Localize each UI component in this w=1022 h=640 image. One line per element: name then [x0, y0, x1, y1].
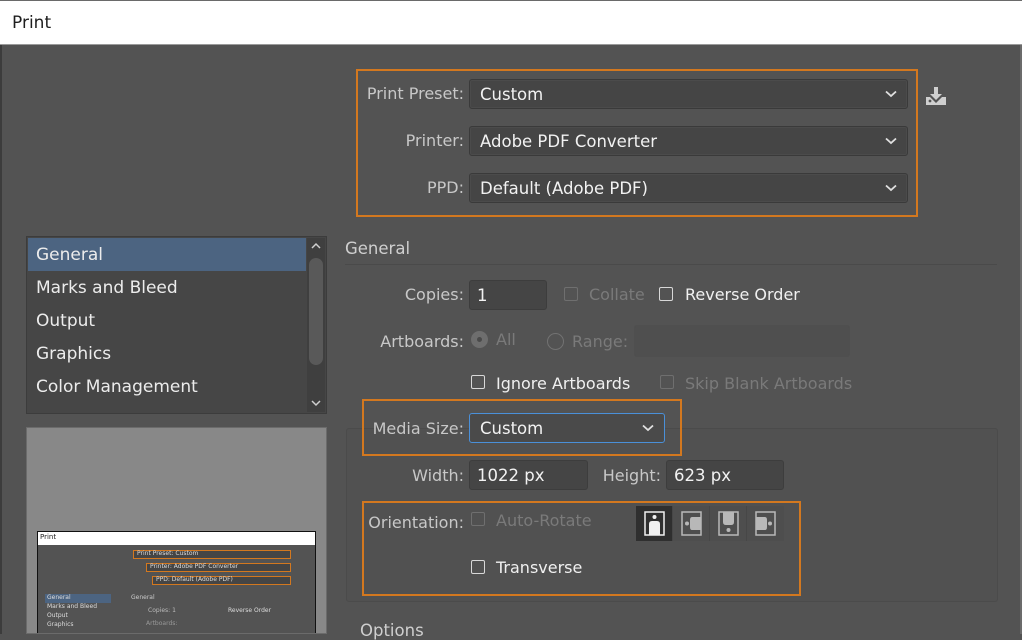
preview-list-item: Graphics [47, 621, 74, 628]
preview-copies: Copies: 1 [148, 607, 176, 614]
preview-preset-text: Print Preset: Custom [137, 550, 199, 557]
save-preset-icon [926, 87, 946, 105]
chevron-up-icon[interactable] [311, 242, 321, 249]
collate-label: Collate [589, 285, 645, 304]
height-value: 623 px [674, 466, 731, 485]
skip-blank-artboards-checkbox[interactable] [660, 375, 674, 389]
preview-artboards: Artboards: [146, 620, 178, 627]
section-title-general: General [345, 239, 411, 258]
ignore-artboards-label: Ignore Artboards [496, 374, 631, 393]
copies-label: Copies: [404, 285, 464, 304]
artboards-range-radio[interactable] [547, 333, 564, 350]
preview-printer-text: Printer: Adobe PDF Converter [150, 563, 239, 570]
list-scrollbar[interactable] [307, 238, 325, 412]
reverse-order-checkbox[interactable] [659, 287, 673, 301]
preview-page-content: Print Print Preset: Custom Printer: Adob… [37, 531, 316, 633]
preview-list-item: General [45, 594, 111, 603]
title-bar: Print [0, 0, 1022, 45]
sidebar-item-graphics[interactable]: Graphics [28, 337, 306, 370]
height-input[interactable]: 623 px [666, 460, 784, 490]
width-input[interactable]: 1022 px [469, 460, 588, 490]
highlight-box-orientation [362, 501, 801, 596]
collate-checkbox[interactable] [564, 287, 578, 301]
highlight-box-media-size [362, 399, 682, 456]
preview-ppd: PPD: Default (Adobe PDF) [152, 576, 291, 585]
width-value: 1022 px [477, 466, 545, 485]
height-label: Height: [602, 466, 661, 485]
artboards-range-label: Range: [572, 332, 629, 351]
copies-value: 1 [477, 286, 488, 305]
scrollbar-thumb[interactable] [309, 258, 323, 365]
preview-list-item: Marks and Bleed [47, 603, 97, 610]
print-preview[interactable]: Print Print Preset: Custom Printer: Adob… [26, 427, 327, 634]
width-label: Width: [412, 466, 464, 485]
preview-title: Print [40, 533, 57, 541]
chevron-down-icon[interactable] [311, 400, 321, 407]
skip-blank-artboards-label: Skip Blank Artboards [685, 374, 853, 393]
reverse-order-label: Reverse Order [685, 285, 800, 304]
preview-title-bar: Print [38, 532, 315, 545]
sidebar-item-color-management[interactable]: Color Management [28, 370, 306, 403]
window-edge [0, 45, 2, 634]
artboards-all-radio[interactable] [471, 331, 488, 348]
section-divider [345, 264, 997, 265]
window-title: Print [12, 13, 52, 33]
save-preset-button[interactable] [925, 85, 947, 107]
category-list[interactable]: General Marks and Bleed Output Graphics … [26, 236, 327, 414]
artboards-range-input[interactable] [634, 325, 850, 357]
preview-section: General [131, 594, 155, 601]
sidebar-item-marks-and-bleed[interactable]: Marks and Bleed [28, 271, 306, 304]
preview-ppd-text: PPD: Default (Adobe PDF) [156, 576, 233, 583]
copies-input[interactable]: 1 [469, 280, 547, 310]
preview-preset: Print Preset: Custom [133, 550, 291, 559]
artboards-all-label: All [496, 330, 516, 349]
artboards-label: Artboards: [380, 332, 464, 351]
sidebar-item-general[interactable]: General [28, 238, 306, 271]
ignore-artboards-checkbox[interactable] [471, 375, 485, 389]
preview-list-item: Output [47, 612, 68, 619]
highlight-box-printer-settings [356, 69, 918, 217]
section-title-options: Options [360, 621, 424, 640]
preview-printer: Printer: Adobe PDF Converter [146, 563, 291, 572]
sidebar-item-output[interactable]: Output [28, 304, 306, 337]
preview-reverse: Reverse Order [228, 607, 272, 614]
